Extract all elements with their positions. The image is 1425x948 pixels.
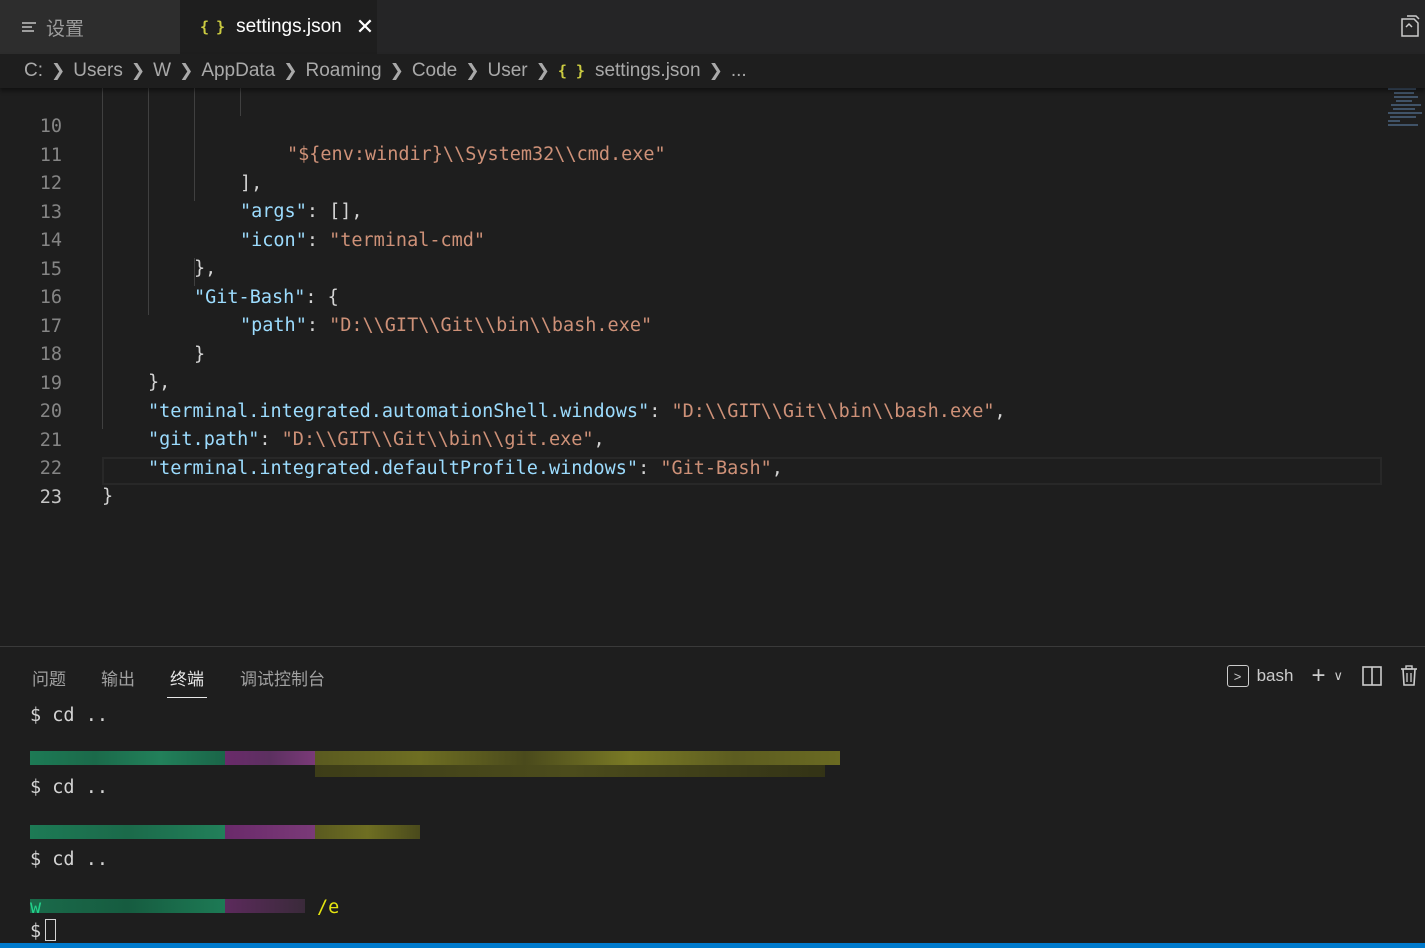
breadcrumb-item[interactable]: Roaming (306, 60, 382, 82)
terminal-line: $ cd .. (30, 847, 108, 873)
prompt: $ (30, 705, 42, 726)
code-editor[interactable]: 10 "${env:windir}\\System32\\cmd.exe" 11… (0, 88, 1425, 646)
editor-tab-bar: 设置 { } settings.json ✕ (0, 0, 1425, 54)
command: cd .. (41, 705, 108, 726)
redacted-env (225, 825, 315, 839)
redacted-path (315, 825, 420, 839)
code-line: 12 "args": [], (0, 142, 1390, 222)
breadcrumb-item[interactable]: settings.json (595, 60, 701, 82)
tab-settings-json[interactable]: { } settings.json ✕ (180, 0, 377, 54)
open-settings-ui-icon[interactable] (1399, 14, 1421, 38)
breadcrumb-item[interactable]: C: (24, 60, 43, 82)
prompt: $ (30, 921, 42, 942)
breadcrumb-item[interactable]: W (153, 60, 171, 82)
redacted-user-host (30, 899, 225, 913)
json-file-icon: { } (200, 18, 225, 36)
command: cd .. (41, 849, 108, 870)
terminal[interactable]: $ cd .. $ cd .. $ cd .. w /e $ (0, 703, 1425, 943)
breadcrumb-item[interactable]: Code (412, 60, 457, 82)
split-terminal-icon[interactable] (1361, 665, 1383, 687)
code-line: 14 }, (0, 199, 1390, 279)
tab-debug-console[interactable]: 调试控制台 (240, 665, 325, 690)
trash-icon[interactable] (1399, 665, 1419, 687)
redacted-path (315, 765, 825, 777)
redacted-user-host (30, 751, 225, 765)
code-line: 16 "path": "D:\\GIT\\Git\\bin\\bash.exe" (0, 256, 1390, 336)
terminal-icon[interactable]: > (1226, 665, 1249, 687)
redacted-env (225, 899, 305, 913)
close-icon[interactable]: ✕ (356, 14, 374, 40)
breadcrumb-item[interactable]: User (487, 60, 527, 82)
code-line: 19 "terminal.integrated.automationShell.… (0, 342, 1390, 422)
terminal-line: $ (30, 919, 57, 945)
prompt: $ (30, 849, 42, 870)
chevron-right-icon: ❯ (465, 61, 480, 80)
breadcrumb-item[interactable]: Users (73, 60, 123, 82)
chevron-right-icon: ❯ (389, 61, 404, 80)
command: cd .. (41, 777, 108, 798)
bottom-panel: 问题 输出 终端 调试控制台 > bash + ∨ $ cd .. $ cd .… (0, 646, 1425, 948)
chevron-right-icon: ❯ (51, 61, 66, 80)
tab-output[interactable]: 输出 (101, 665, 135, 690)
tab-label: settings.json (236, 16, 342, 37)
chevron-right-icon: ❯ (535, 61, 550, 80)
add-icon[interactable]: + (1311, 664, 1325, 688)
code-line: 20 "git.path": "D:\\GIT\\Git\\bin\\git.e… (0, 370, 1390, 450)
minimap[interactable] (1388, 88, 1425, 133)
prompt-user: w (30, 897, 42, 918)
terminal-line: $ cd .. (30, 703, 108, 729)
terminal-line: /e (317, 895, 339, 921)
code-line: 17 } (0, 285, 1390, 365)
redacted-env (225, 751, 315, 765)
tab-settings[interactable]: 设置 (0, 0, 180, 54)
line-number: 23 (39, 487, 62, 508)
shell-selector[interactable]: bash (1257, 666, 1294, 686)
json-file-icon: { } (557, 62, 585, 80)
tab-label: 设置 (46, 18, 85, 40)
code-line: 13 "icon": "terminal-cmd" (0, 171, 1390, 251)
terminal-line: $ cd .. (30, 775, 108, 801)
code-line: 23 (0, 456, 1390, 508)
panel-tab-bar: 问题 输出 终端 调试控制台 > bash + ∨ (0, 647, 1425, 703)
code-line: 18 }, (0, 313, 1390, 393)
prompt: $ (30, 777, 42, 798)
chevron-right-icon: ❯ (130, 61, 146, 80)
chevron-right-icon: ❯ (708, 61, 723, 80)
tab-problems[interactable]: 问题 (32, 665, 66, 690)
status-bar (0, 943, 1425, 948)
redacted-user-host (30, 825, 225, 839)
terminal-line: w (30, 895, 42, 921)
breadcrumb-item[interactable]: AppData (201, 60, 275, 82)
chevron-right-icon: ❯ (283, 61, 298, 80)
punctuation: } (102, 486, 114, 507)
panel-actions: > bash + ∨ (1226, 661, 1425, 691)
code-line: 10 "${env:windir}\\System32\\cmd.exe" (0, 88, 1390, 165)
terminal-cursor (45, 919, 57, 941)
code-line: 15 "Git-Bash": { (0, 228, 1390, 308)
tab-terminal[interactable]: 终端 (167, 665, 207, 698)
settings-list-icon (22, 20, 36, 34)
code-line: 11 ], (0, 114, 1390, 194)
breadcrumb-item[interactable]: ... (731, 60, 747, 82)
prompt-path: /e (317, 897, 340, 918)
breadcrumb: C: ❯ Users ❯ W ❯ AppData ❯ Roaming ❯ Cod… (0, 54, 1425, 88)
chevron-down-icon[interactable]: ∨ (1333, 668, 1343, 684)
chevron-right-icon: ❯ (179, 61, 194, 80)
code-line: 21 "terminal.integrated.defaultProfile.w… (0, 399, 1390, 479)
redacted-path (315, 751, 840, 765)
code-line: 22 } (0, 427, 1390, 507)
